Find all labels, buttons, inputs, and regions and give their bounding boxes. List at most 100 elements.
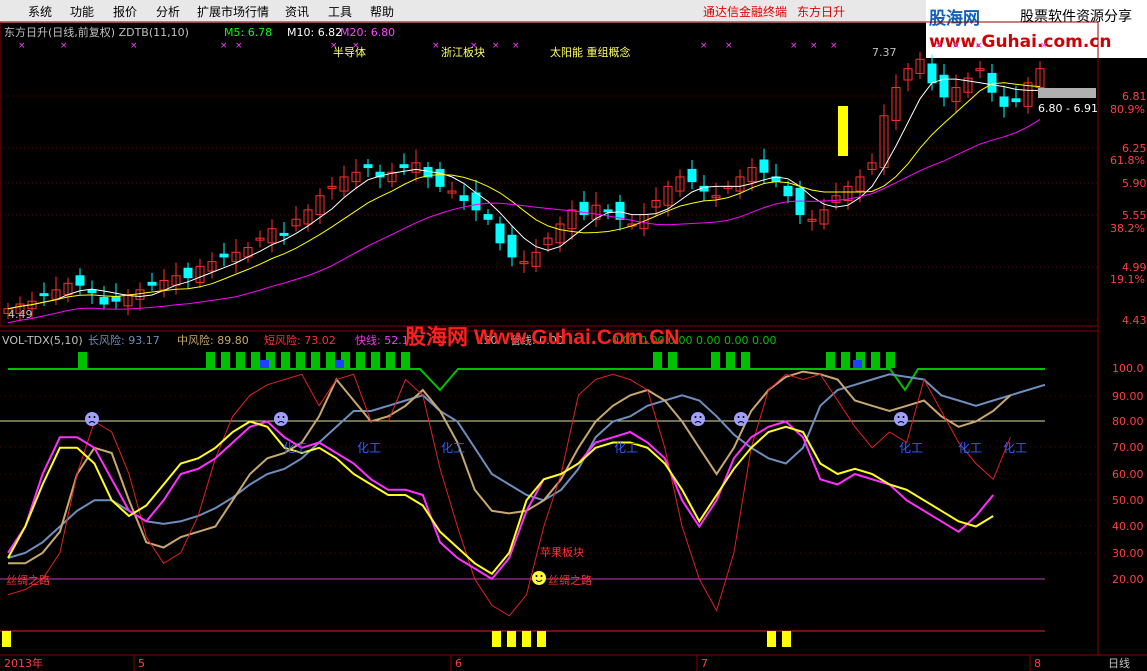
green-block [711, 352, 720, 368]
yellow-bar [522, 631, 531, 647]
date-month-6: 6 [455, 657, 462, 670]
concept-solar: 太阳能 重组概念 [550, 45, 631, 59]
green-block [886, 352, 895, 368]
candle-body [999, 96, 1009, 107]
yellow-signal-bars [2, 631, 791, 647]
candle-body [111, 295, 121, 302]
green-block [236, 352, 245, 368]
date-month-5: 5 [138, 657, 145, 670]
green-block [281, 352, 290, 368]
green-block [826, 352, 835, 368]
main-gridlines [0, 95, 1098, 321]
green-block [726, 352, 735, 368]
green-block [741, 352, 750, 368]
green-block [386, 352, 395, 368]
green-signal-blocks [78, 352, 895, 368]
indicator-long-risk: 长风险: 93.17 [88, 333, 160, 347]
signal-mark: × [700, 41, 708, 51]
face-icon [894, 412, 908, 426]
candle-body [783, 185, 793, 197]
face-eye [897, 416, 900, 418]
price-axis-4: 5.90 [1122, 177, 1147, 190]
candle-body [99, 296, 109, 305]
face-eye [540, 575, 543, 577]
green-block [371, 352, 380, 368]
volume-signal-bar [838, 106, 848, 156]
face-eye [277, 416, 280, 418]
signal-mark: × [130, 41, 138, 51]
candle-body [939, 74, 949, 98]
ma5-line [7, 78, 1040, 310]
ind-axis-4: 60.00 [1112, 468, 1144, 481]
apple-sector: 苹果板块 [540, 545, 584, 559]
green-block [296, 352, 305, 368]
price-axis-8: 19.1% [1110, 273, 1145, 286]
chem-labels: 化工 化工 化工 化工 化工 化工 化工 [283, 441, 1027, 455]
green-block [326, 352, 335, 368]
candle-body [483, 214, 493, 220]
ind-axis-5: 50.00 [1112, 494, 1144, 507]
price-axis-0: 6.81 [1122, 90, 1147, 103]
signal-mark: × [512, 41, 520, 51]
green-100-line [8, 368, 1045, 392]
ma5-label: M5: 6.78 [224, 26, 272, 39]
green-block [841, 352, 850, 368]
stock-chart[interactable]: 东方日升(日线,前复权) ZDTB(11,10) M5: 6.78 M10: 6… [0, 0, 1147, 671]
chart-title: 东方日升(日线,前复权) ZDTB(11,10) [4, 25, 189, 39]
signal-mark: × [975, 41, 983, 51]
signal-mark: × [235, 41, 243, 51]
signal-mark: × [790, 41, 798, 51]
ma20-label: M20: 6.80 [340, 26, 395, 39]
low-mark: 4.49 [8, 308, 33, 321]
indicator-gridlines [0, 395, 1098, 554]
silk-road-left: 丝绸之路 [6, 573, 50, 587]
mid-risk-line [8, 370, 1012, 565]
green-block [221, 352, 230, 368]
chem-label: 化工 [441, 441, 465, 455]
price-axis-3: 61.8% [1110, 154, 1145, 167]
price-range-box [1038, 88, 1096, 98]
blue-signal-squares [260, 360, 862, 368]
ma10-line [7, 82, 1041, 310]
indicator-fast-line: 快线: 52.1 [355, 333, 409, 347]
blue-square [853, 360, 862, 368]
yellow-bar [2, 631, 11, 647]
chem-label: 化工 [357, 441, 381, 455]
signal-mark: × [18, 41, 26, 51]
candle-body [603, 209, 613, 213]
signal-mark: × [432, 41, 440, 51]
silk-road-mid: 丝绸之路 [548, 573, 592, 587]
face-eye [88, 416, 91, 418]
candle-body [87, 289, 97, 294]
candle-body [147, 281, 157, 286]
concept-semiconductor: 半导体 [333, 45, 366, 59]
ind-axis-2: 80.00 [1112, 415, 1144, 428]
green-block [311, 352, 320, 368]
concept-zhejiang: 浙江板块 [441, 45, 485, 59]
face-eye [282, 416, 285, 418]
yellow-bar [782, 631, 791, 647]
candle-body [75, 275, 85, 286]
signal-mark: × [952, 41, 960, 51]
period-label[interactable]: 日线 [1108, 656, 1130, 670]
candle-body [363, 164, 373, 169]
candle-body [495, 223, 505, 244]
indicator-mid-risk: 中风险: 89.80 [177, 333, 249, 347]
date-month-7: 7 [701, 657, 708, 670]
signal-mark: × [1040, 41, 1048, 51]
price-axis-1: 80.9% [1110, 103, 1145, 116]
face-icon [274, 412, 288, 426]
face-eye [902, 416, 905, 418]
ind-axis-6: 40.00 [1112, 520, 1144, 533]
ma20-line [7, 118, 1041, 324]
green-block [251, 352, 260, 368]
candle-body [987, 72, 997, 93]
face-eye [737, 416, 740, 418]
face-eye [535, 575, 538, 577]
signal-mark: × [330, 41, 338, 51]
face-icons [85, 412, 908, 585]
candle-body [687, 168, 697, 183]
date-2013: 2013年 [4, 656, 43, 670]
price-axis-6: 38.2% [1110, 222, 1145, 235]
price-axis-5: 5.55 [1122, 209, 1147, 222]
